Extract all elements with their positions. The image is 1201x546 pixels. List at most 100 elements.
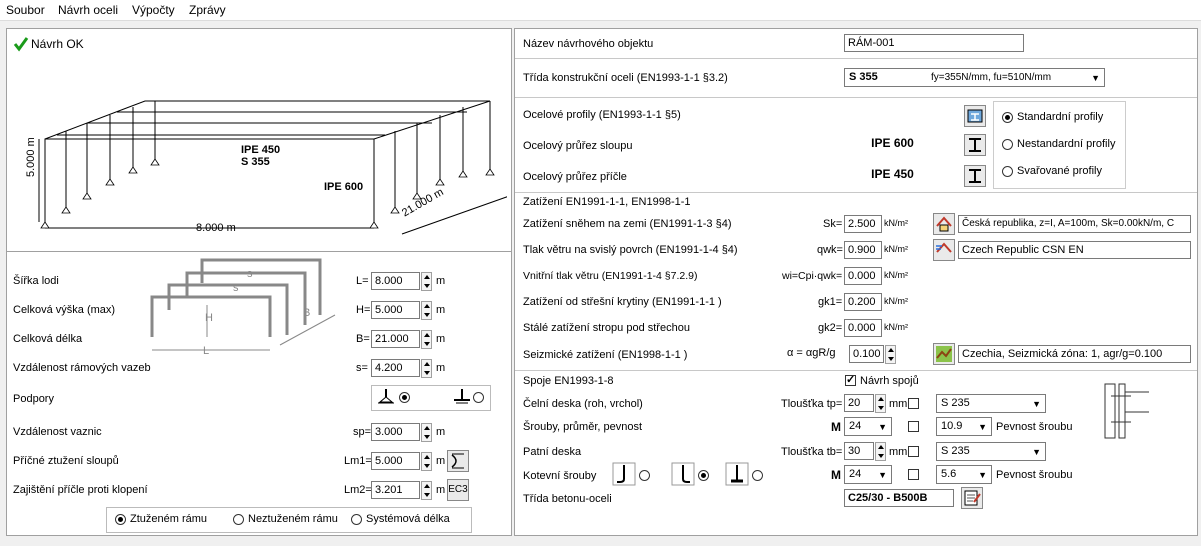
internal-wind-unit: kN/m² — [884, 270, 908, 280]
purlins-input[interactable]: 3.000 — [371, 423, 420, 441]
wind-info[interactable]: Czech Republic CSN EN — [958, 241, 1191, 259]
seismic-spinner[interactable] — [885, 345, 896, 364]
geom-sym-3: s= — [356, 362, 368, 374]
seismic-map-button[interactable] — [933, 343, 955, 365]
ceiling-load-input[interactable]: 0.000 — [844, 319, 882, 337]
spacing-input[interactable]: 4.200 — [371, 359, 420, 377]
concrete-label: Třída betonu-oceli — [523, 493, 612, 505]
purlins-spinner[interactable] — [421, 423, 432, 442]
roof-load-input[interactable]: 0.200 — [844, 293, 882, 311]
width-spinner[interactable] — [421, 272, 432, 291]
restraint-unit: m — [436, 484, 446, 496]
chevron-down-icon: ▼ — [1032, 399, 1041, 409]
support-fixed-radio[interactable] — [399, 392, 410, 403]
object-name-input[interactable]: RÁM-001 — [844, 34, 1024, 52]
anchor-hook-icon — [612, 462, 636, 486]
base-plate-thick-input[interactable]: 30 — [844, 442, 874, 460]
internal-wind-input[interactable]: 0.000 — [844, 267, 882, 285]
wind-input[interactable]: 0.900 — [844, 241, 882, 259]
chevron-down-icon: ▼ — [978, 470, 987, 480]
end-plate-checkbox[interactable] — [908, 398, 919, 409]
end-plate-thick-input[interactable]: 20 — [844, 394, 874, 412]
wind-map-button[interactable] — [933, 239, 955, 261]
base-plate-unit: mm — [889, 446, 908, 458]
beam-section-value[interactable]: IPE 450 — [829, 165, 956, 186]
base-plate-steel-value: S 235 — [941, 445, 970, 457]
nonstandard-profiles-radio[interactable] — [1002, 139, 1013, 150]
purlins-unit: m — [436, 426, 446, 438]
geom-unit-2: m — [436, 333, 446, 345]
snow-map-button[interactable] — [933, 213, 955, 235]
menu-zpravy[interactable]: Zprávy — [189, 3, 226, 17]
steel-class-select[interactable]: S 355 fy=355N/mm, fu=510N/mm ▼ — [844, 68, 1105, 87]
profile-library-button[interactable] — [964, 105, 986, 127]
design-connections-checkbox[interactable] — [845, 373, 856, 386]
connection-diagram — [1104, 383, 1149, 439]
anchor-plate-radio[interactable] — [752, 470, 763, 481]
profile-library-icon — [967, 109, 983, 123]
column-section-button[interactable] — [964, 134, 986, 156]
object-name-label: Název návrhového objektu — [523, 38, 654, 50]
concrete-input[interactable]: C25/30 - B500B — [844, 489, 954, 507]
seismic-info[interactable]: Czechia, Seizmická zóna: 1, agr/g=0.100 — [958, 345, 1191, 363]
standard-profiles-radio[interactable] — [1002, 112, 1013, 123]
bracing-input[interactable]: 5.000 — [371, 452, 420, 470]
anchor-size-select[interactable]: 24 ▼ — [844, 465, 892, 484]
bracing-lc-button[interactable] — [447, 450, 469, 472]
snow-info[interactable]: Česká republika, z=I, A=100m, Sk=0.00kN/… — [958, 215, 1191, 233]
roof-load-unit: kN/m² — [884, 296, 908, 306]
ec3-button[interactable]: EC3 — [447, 479, 469, 501]
base-plate-thick-spinner[interactable] — [875, 442, 886, 461]
base-plate-steel-select[interactable]: S 235 ▼ — [936, 442, 1046, 461]
end-plate-label: Čelní deska (roh, vrchol) — [523, 398, 643, 410]
restraint-spinner[interactable] — [421, 481, 432, 500]
geom-sym-0: L= — [356, 275, 369, 287]
base-plate-checkbox[interactable] — [908, 446, 919, 457]
length-spinner[interactable] — [421, 330, 432, 349]
beam-section-button[interactable] — [964, 165, 986, 187]
system-length-radio[interactable] — [351, 514, 362, 525]
ceiling-load-label: Stálé zatížení stropu pod střechou — [523, 322, 690, 334]
anchor-grade-select[interactable]: 5.6 ▼ — [936, 465, 992, 484]
bracing-spinner[interactable] — [421, 452, 432, 471]
connections-header: Spoje EN1993-1-8 — [523, 375, 614, 387]
restraint-sym: Lm2= — [344, 484, 372, 496]
bolt-grade-select[interactable]: 10.9 ▼ — [936, 417, 992, 436]
seismic-label: Seizmické zatížení (EN1998-1-1 ) — [523, 349, 688, 361]
width-input[interactable]: 8.000 — [371, 272, 420, 290]
seismic-map-icon — [936, 346, 952, 362]
support-pinned-radio[interactable] — [473, 392, 484, 403]
height-spinner[interactable] — [421, 301, 432, 320]
snow-input[interactable]: 2.500 — [844, 215, 882, 233]
end-plate-steel-value: S 235 — [941, 397, 970, 409]
length-input[interactable]: 21.000 — [371, 330, 420, 348]
unbraced-frame-radio[interactable] — [233, 514, 244, 525]
end-plate-thick-label: Tloušťka tp= — [781, 398, 843, 410]
bracing-unit: m — [436, 455, 446, 467]
menu-vypocty[interactable]: Výpočty — [132, 3, 175, 17]
bolt-size-value: 24 — [849, 420, 862, 432]
height-input[interactable]: 5.000 — [371, 301, 420, 319]
anchor-checkbox[interactable] — [908, 469, 919, 480]
menu-soubor[interactable]: Soubor — [6, 3, 45, 17]
restraint-input[interactable]: 3.201 — [371, 481, 420, 499]
end-plate-thick-spinner[interactable] — [875, 394, 886, 413]
anchor-bent-icon — [671, 462, 695, 486]
anchor-hook-radio[interactable] — [639, 470, 650, 481]
end-plate-steel-select[interactable]: S 235 ▼ — [936, 394, 1046, 413]
menu-navrh-oceli[interactable]: Návrh oceli — [58, 3, 118, 17]
spacing-spinner[interactable] — [421, 359, 432, 378]
wind-icon — [936, 242, 952, 253]
concrete-button[interactable] — [961, 487, 983, 509]
base-plate-thick-label: Tloušťka tb= — [781, 446, 843, 458]
seismic-input[interactable]: 0.100 — [849, 345, 884, 363]
end-plate-unit: mm — [889, 398, 908, 410]
bolts-checkbox[interactable] — [908, 421, 919, 432]
welded-profiles-radio[interactable] — [1002, 166, 1013, 177]
bolt-size-select[interactable]: 24 ▼ — [844, 417, 892, 436]
anchor-bent-radio[interactable] — [698, 470, 709, 481]
column-section-value[interactable]: IPE 600 — [829, 134, 956, 155]
braced-frame-radio[interactable] — [115, 514, 126, 525]
beam-section-label: Ocelový průřez příčle — [523, 171, 627, 183]
pinned-support-icon — [454, 389, 470, 404]
